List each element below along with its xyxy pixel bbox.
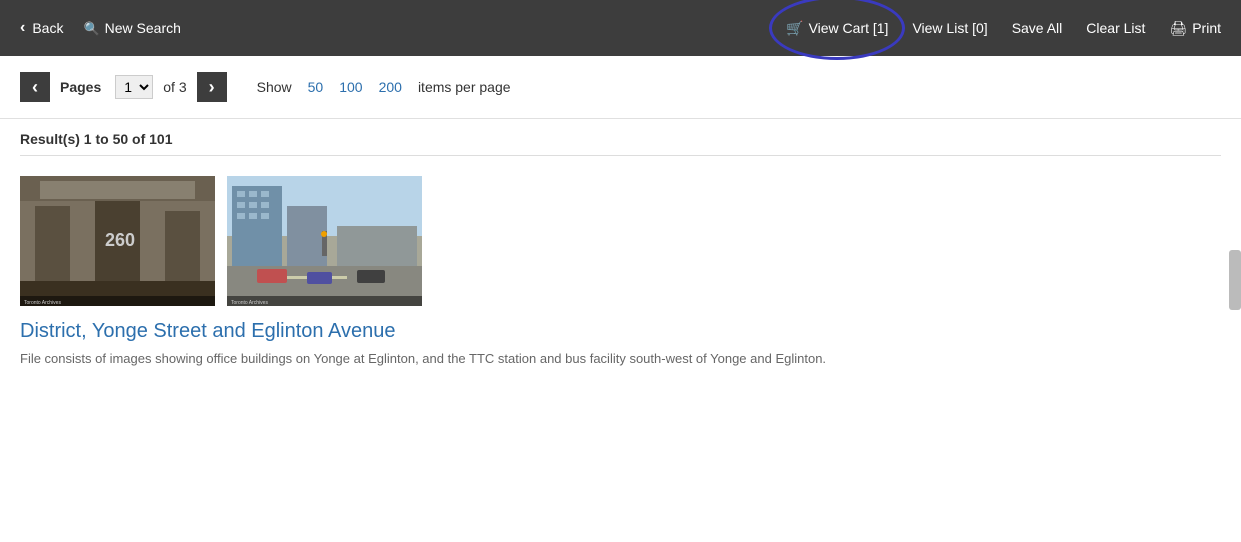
of-pages-text: of 3: [163, 79, 186, 95]
search-icon: [83, 20, 99, 37]
print-icon: [1169, 20, 1187, 37]
chevron-left-icon: [32, 77, 38, 98]
per-page-50-link[interactable]: 50: [308, 79, 324, 95]
result-images: 260 Toronto Archives: [20, 176, 1221, 306]
clear-list-button[interactable]: Clear List: [1086, 20, 1145, 36]
result-image-2[interactable]: Toronto Archives: [227, 176, 422, 306]
svg-text:Toronto Archives: Toronto Archives: [231, 300, 268, 306]
result-item: 260 Toronto Archives: [0, 156, 1241, 389]
svg-text:Toronto Archives: Toronto Archives: [24, 300, 61, 306]
prev-page-button[interactable]: [20, 72, 50, 102]
view-list-label: View List [0]: [912, 20, 987, 36]
items-per-page-label: items per page: [418, 79, 511, 95]
toolbar-left: Back New Search: [20, 19, 181, 37]
pagination-bar: Pages 1 2 3 of 3 Show 50 100 200 items p…: [0, 56, 1241, 119]
chevron-right-icon: [209, 77, 215, 98]
results-count: Result(s) 1 to 50 of 101: [0, 119, 1241, 155]
image-1-svg: 260 Toronto Archives: [20, 176, 215, 306]
next-page-button[interactable]: [197, 72, 227, 102]
print-button[interactable]: Print: [1169, 20, 1221, 37]
per-page-200-link[interactable]: 200: [379, 79, 402, 95]
page-number-select[interactable]: 1 2 3: [115, 75, 153, 99]
pages-label: Pages: [60, 79, 101, 95]
results-summary: Result(s) 1 to 50 of 101: [20, 131, 173, 147]
save-all-label: Save All: [1012, 20, 1063, 36]
print-label: Print: [1192, 20, 1221, 36]
toolbar: Back New Search View Cart [1] View List …: [0, 0, 1241, 56]
result-title-text: District, Yonge Street and Eglinton Aven…: [20, 320, 395, 342]
toolbar-right: View Cart [1] View List [0] Save All Cle…: [786, 20, 1221, 37]
result-image-1[interactable]: 260 Toronto Archives: [20, 176, 215, 306]
image-2-svg: Toronto Archives: [227, 176, 422, 306]
cart-icon: [786, 20, 803, 37]
back-arrow-icon: [20, 19, 27, 37]
show-label: Show: [257, 79, 292, 95]
per-page-100-link[interactable]: 100: [339, 79, 362, 95]
back-label: Back: [32, 20, 63, 36]
view-cart-button[interactable]: View Cart [1]: [786, 20, 888, 37]
back-button[interactable]: Back: [20, 19, 63, 37]
svg-text:260: 260: [105, 230, 135, 250]
result-title[interactable]: District, Yonge Street and Eglinton Aven…: [20, 320, 1221, 343]
view-list-button[interactable]: View List [0]: [912, 20, 987, 36]
result-description: File consists of images showing office b…: [20, 349, 1221, 369]
result-desc-text: File consists of images showing office b…: [20, 351, 826, 366]
new-search-label: New Search: [105, 20, 181, 36]
view-cart-label: View Cart [1]: [809, 20, 889, 36]
scrollbar-handle[interactable]: [1229, 250, 1241, 310]
new-search-button[interactable]: New Search: [83, 20, 180, 37]
clear-list-label: Clear List: [1086, 20, 1145, 36]
view-cart-wrapper: View Cart [1]: [786, 20, 888, 37]
save-all-button[interactable]: Save All: [1012, 20, 1063, 36]
